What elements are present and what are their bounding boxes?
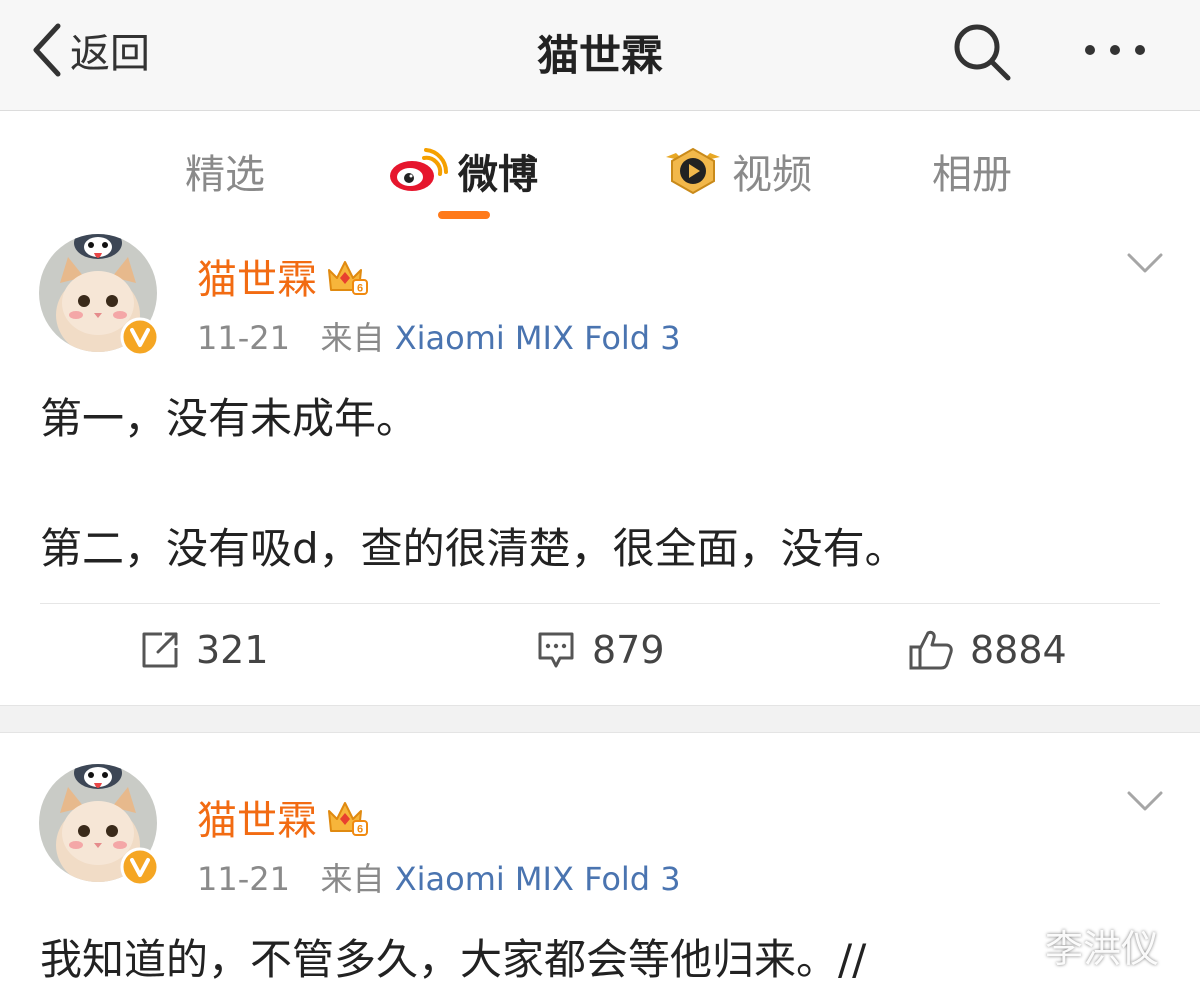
active-tab-indicator xyxy=(438,211,490,219)
repost-count: 321 xyxy=(196,628,269,672)
thumbs-up-icon xyxy=(909,630,953,670)
page-title: 猫世霖 xyxy=(536,31,663,80)
post-date: 11-21 xyxy=(197,860,290,898)
more-button[interactable] xyxy=(1082,28,1148,72)
crown-vip-icon: 6 xyxy=(328,261,368,295)
svg-text:6: 6 xyxy=(357,824,363,836)
post-card: 猫世霖 6 11-21 来自 Xiaomi MIX Fold 3 我知道的，不管… xyxy=(0,733,1200,997)
like-count: 8884 xyxy=(970,628,1067,672)
tab-label: 微博 xyxy=(458,152,538,198)
tab-album[interactable]: 相册 xyxy=(932,141,1012,201)
author-name-label: 猫世霖 xyxy=(197,798,317,844)
comment-button[interactable]: 879 xyxy=(536,628,665,672)
post-divider xyxy=(0,705,1200,733)
profile-tabs: 精选 微博 视频 相册 xyxy=(0,111,1200,223)
avatar[interactable] xyxy=(38,233,160,357)
chevron-down-icon[interactable] xyxy=(1126,789,1164,813)
watermark: 李洪仪 xyxy=(1045,927,1160,971)
repost-button[interactable]: 321 xyxy=(140,628,269,672)
tab-video[interactable]: 视频 xyxy=(664,141,812,201)
more-icon xyxy=(1085,45,1145,55)
comment-icon xyxy=(538,632,574,668)
post-card: 猫世霖 6 11-21 来自 Xiaomi MIX Fold 3 第一，没有未成… xyxy=(0,223,1200,705)
tab-label: 相册 xyxy=(932,152,1012,198)
verified-badge-icon xyxy=(120,317,160,357)
author-name[interactable]: 猫世霖 6 xyxy=(197,788,369,846)
avatar[interactable] xyxy=(38,763,160,887)
from-label: 来自 xyxy=(320,860,385,898)
post-text-line: 第二，没有吸d，查的很清楚，很全面，没有。 xyxy=(40,524,907,573)
crown-vip-icon: 6 xyxy=(328,802,368,836)
author-name-label: 猫世霖 xyxy=(197,257,317,303)
verified-badge-icon xyxy=(120,847,160,887)
tab-weibo[interactable]: 微博 xyxy=(388,141,538,201)
post-text-line: 第一，没有未成年。 xyxy=(40,394,419,443)
search-button[interactable] xyxy=(950,20,1014,84)
comment-count: 879 xyxy=(592,628,665,672)
svg-text:6: 6 xyxy=(357,283,363,295)
from-label: 来自 xyxy=(320,319,385,357)
tab-featured[interactable]: 精选 xyxy=(185,141,265,201)
search-icon xyxy=(954,24,1011,81)
weibo-logo-icon xyxy=(390,148,448,191)
repost-icon xyxy=(142,632,178,668)
post-source-link[interactable]: Xiaomi MIX Fold 3 xyxy=(395,860,681,898)
tab-label: 精选 xyxy=(185,152,265,198)
post-meta: 11-21 来自 Xiaomi MIX Fold 3 xyxy=(197,313,681,359)
author-name[interactable]: 猫世霖 6 xyxy=(197,247,369,305)
like-button[interactable]: 8884 xyxy=(908,628,1067,672)
video-play-icon xyxy=(666,147,720,195)
post-source-link[interactable]: Xiaomi MIX Fold 3 xyxy=(395,319,681,357)
post-meta: 11-21 来自 Xiaomi MIX Fold 3 xyxy=(197,854,681,900)
tab-label: 视频 xyxy=(732,152,812,198)
post-text-line: 我知道的，不管多久，大家都会等他归来。// xyxy=(40,935,867,984)
post-action-bar: 321 879 8884 xyxy=(40,603,1160,703)
chevron-down-icon[interactable] xyxy=(1126,251,1164,275)
top-nav-bar: 返回 猫世霖 xyxy=(0,0,1200,111)
post-date: 11-21 xyxy=(197,319,290,357)
